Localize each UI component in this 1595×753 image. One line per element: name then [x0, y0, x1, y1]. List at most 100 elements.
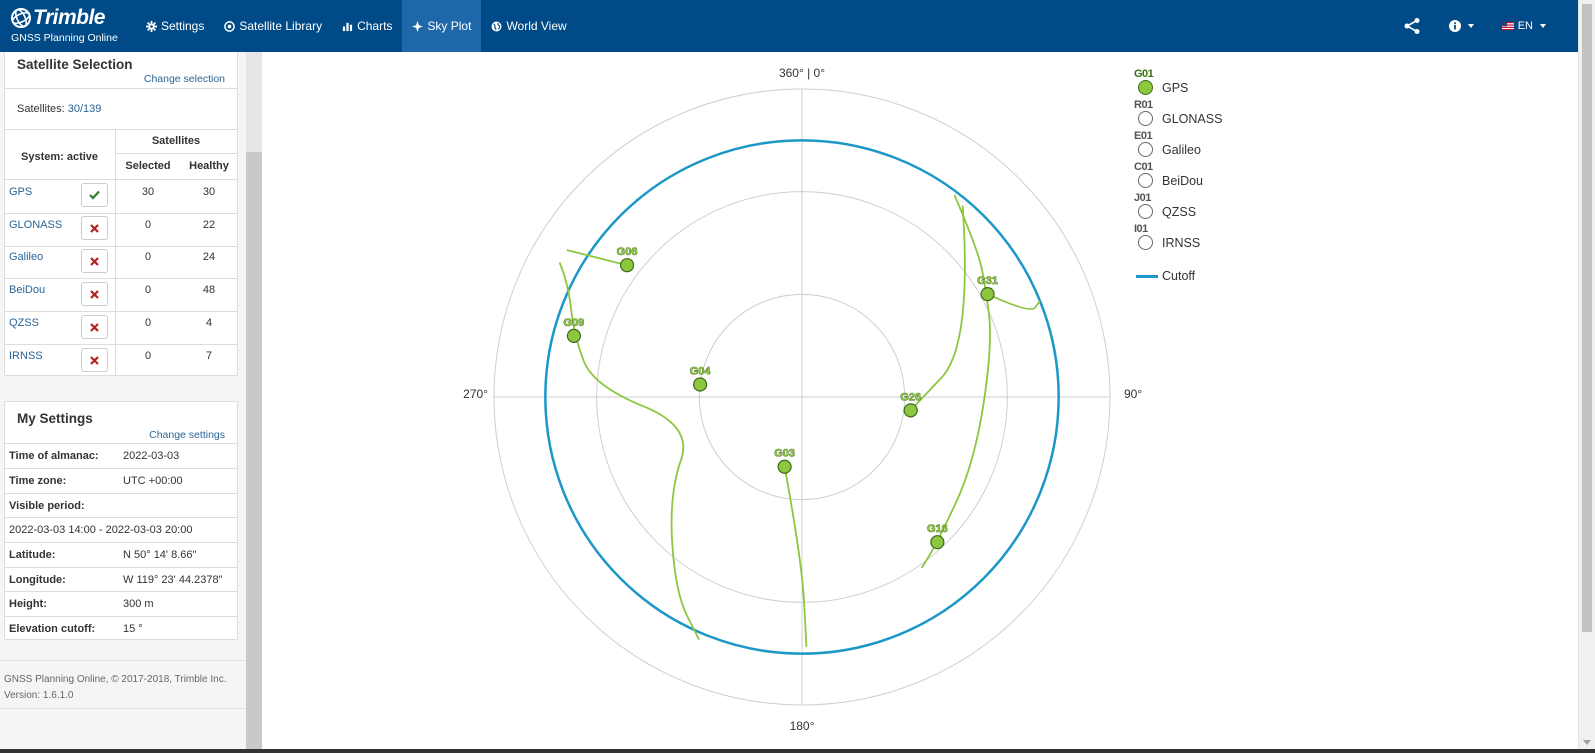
change-selection-link[interactable]: Change selection [144, 73, 225, 85]
satellite-track-g26 [910, 205, 966, 411]
legend-item-cutoff[interactable]: Cutoff [1134, 267, 1254, 297]
settings-row-height: Height: 300 m [5, 591, 237, 616]
bottom-edge [0, 749, 1595, 753]
satellite-label-g31: G31 [977, 275, 998, 287]
page-scrollbar-thumb[interactable] [1582, 4, 1592, 632]
azimuth-label-west: 270° [463, 387, 488, 401]
satellite-label-g03: G03 [774, 448, 795, 460]
legend-item-glonass[interactable]: R01 GLONASS [1134, 99, 1254, 129]
nav-settings-label: Settings [161, 19, 205, 33]
header-selected: Selected [125, 160, 171, 172]
nav-settings[interactable]: Settings [136, 0, 214, 52]
gps-healthy: 30 [202, 186, 216, 198]
satellite-track-g31 [987, 293, 1041, 310]
settings-row-timezone: Time zone: UTC +00:00 [5, 468, 237, 493]
toggle-irnss-button[interactable] [81, 348, 108, 372]
irnss-selected: 0 [144, 350, 152, 362]
legend-tag: R01 [1134, 99, 1153, 111]
legend-tag: E01 [1134, 130, 1153, 142]
nav-sky-plot[interactable]: Sky Plot [402, 0, 482, 52]
row-divider [5, 246, 237, 247]
visible-period-value: 2022-03-03 14:00 - 2022-03-03 20:00 [9, 524, 193, 536]
satellite-marker-g09 [566, 328, 582, 343]
legend-dot [1138, 80, 1153, 95]
page-scrollbar[interactable] [1578, 0, 1595, 753]
satellite-label-g26: G26 [900, 391, 921, 403]
longitude-label: Longitude: [9, 574, 66, 586]
legend-dot [1138, 142, 1153, 157]
row-divider [5, 344, 237, 345]
close-icon [90, 256, 99, 266]
table-header-divider [115, 153, 237, 154]
satellite-marker-g26 [903, 403, 918, 418]
sidebar-scrollbar[interactable] [246, 52, 262, 753]
longitude-value: W 119° 23' 44.2378" [123, 574, 223, 586]
share-button[interactable] [1403, 17, 1421, 35]
chevron-down-icon [1540, 24, 1546, 28]
legend-item-galileo[interactable]: E01 Galileo [1134, 130, 1254, 160]
gps-selected: 30 [141, 186, 155, 198]
elevation-cutoff-value: 15 ° [123, 623, 143, 635]
crosshair-icon [412, 20, 424, 32]
system-name-beidou[interactable]: BeiDou [9, 284, 45, 296]
system-name-glonass[interactable]: GLONASS [9, 219, 62, 231]
legend-tag: J01 [1134, 192, 1151, 204]
globe-icon [491, 21, 502, 32]
legend-tag: I01 [1134, 223, 1148, 235]
legend-label: Galileo [1162, 143, 1201, 157]
settings-row-visible-period-label: Visible period: [5, 493, 237, 518]
system-name-qzss[interactable]: QZSS [9, 317, 39, 329]
legend-label: BeiDou [1162, 174, 1203, 188]
sidebar: Satellite Selection Change selection Sat… [0, 52, 246, 753]
legend-item-qzss[interactable]: J01 QZSS [1134, 192, 1254, 222]
toggle-beidou-button[interactable] [81, 282, 108, 306]
change-settings-link[interactable]: Change settings [149, 429, 225, 441]
legend-item-gps[interactable]: G01 GPS [1134, 68, 1254, 98]
azimuth-label-south: 180° [790, 719, 815, 733]
almanac-label: Time of almanac: [9, 450, 99, 462]
satellites-count-label: Satellites: [17, 103, 68, 115]
row-divider [5, 278, 237, 279]
nav-charts[interactable]: Charts [332, 0, 402, 52]
satellite-selection-title: Satellite Selection [17, 57, 133, 72]
toggle-galileo-button[interactable] [81, 249, 108, 273]
timezone-label: Time zone: [9, 475, 67, 487]
satellite-label-g09: G09 [564, 317, 585, 329]
satellite-marker-g03 [777, 459, 792, 474]
info-icon [1448, 20, 1461, 32]
almanac-value: 2022-03-03 [123, 450, 180, 462]
close-icon [90, 322, 99, 332]
scroll-down-arrow-icon[interactable] [1583, 740, 1591, 745]
brand-logo[interactable]: Trimble GNSS Planning Online [10, 6, 130, 46]
legend-label: IRNSS [1162, 236, 1201, 250]
row-divider [5, 311, 237, 312]
info-dropdown[interactable] [1448, 20, 1474, 32]
satellites-count: Satellites: 30/139 [17, 103, 101, 115]
us-flag-icon [1501, 22, 1514, 30]
header-satellites: Satellites [151, 135, 201, 147]
language-dropdown[interactable]: EN [1501, 20, 1546, 32]
main-nav: Settings Satellite Library Charts Sky Pl… [136, 0, 577, 52]
share-icon [1404, 18, 1420, 34]
globe-logo-icon [11, 8, 31, 28]
nav-world-view[interactable]: World View [481, 0, 576, 52]
toggle-glonass-button[interactable] [81, 216, 108, 240]
settings-row-elevation-cutoff: Elevation cutoff: 15 ° [5, 616, 237, 641]
galileo-selected: 0 [144, 251, 152, 263]
legend-label: GLONASS [1162, 112, 1223, 126]
nav-satellite-library[interactable]: Satellite Library [214, 0, 332, 52]
satellites-count-value[interactable]: 30/139 [68, 103, 102, 115]
elevation-cutoff-label: Elevation cutoff: [9, 623, 96, 635]
toggle-qzss-button[interactable] [81, 315, 108, 339]
toggle-gps-button[interactable] [81, 183, 108, 207]
system-name-gps[interactable]: GPS [9, 186, 32, 198]
beidou-healthy: 48 [202, 284, 216, 296]
brand-name: Trimble [33, 6, 105, 29]
system-name-galileo[interactable]: Galileo [9, 251, 43, 263]
sidebar-scrollbar-thumb[interactable] [246, 152, 262, 753]
legend-item-beidou[interactable]: C01 BeiDou [1134, 161, 1254, 191]
system-name-irnss[interactable]: IRNSS [9, 350, 43, 362]
language-label: EN [1517, 20, 1533, 32]
legend-dot [1138, 173, 1153, 188]
legend-item-irnss[interactable]: I01 IRNSS [1134, 223, 1254, 253]
